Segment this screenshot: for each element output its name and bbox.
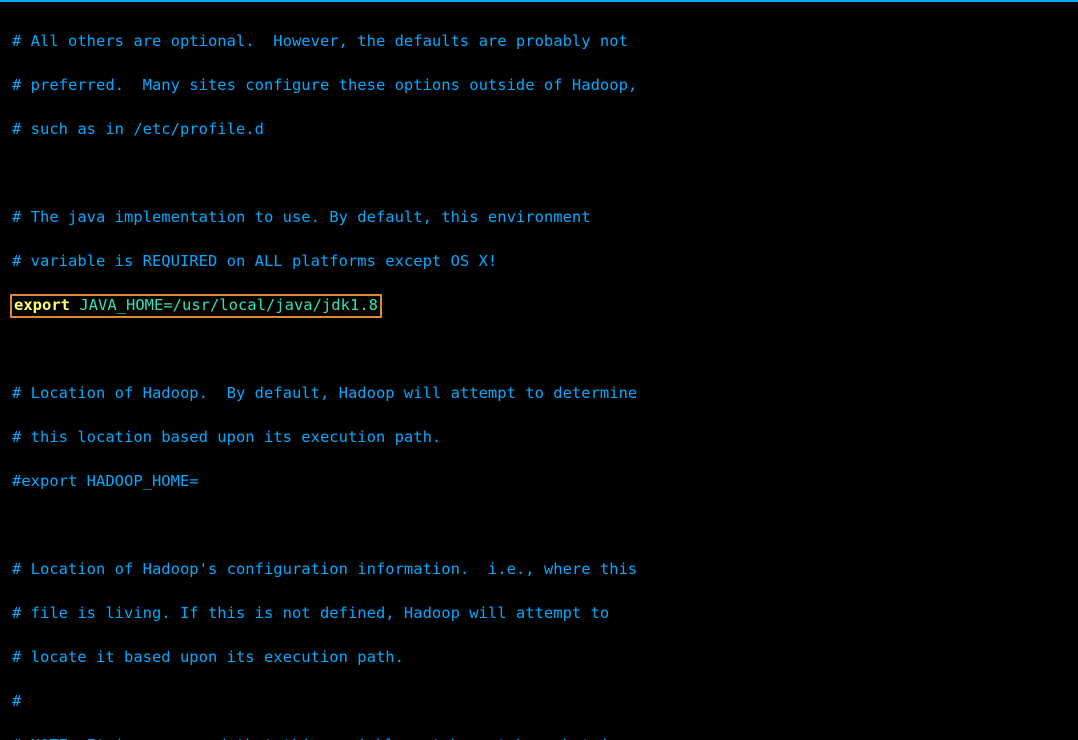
comment-line: #export HADOOP_HOME=: [12, 470, 1072, 492]
highlight-box-java-home: export JAVA_HOME=/usr/local/java/jdk1.8: [10, 294, 382, 318]
comment-line: # locate it based upon its execution pat…: [12, 646, 1072, 668]
blank-line: [12, 338, 1072, 360]
terminal-viewport[interactable]: # All others are optional. However, the …: [0, 0, 1078, 740]
comment-line: # The java implementation to use. By def…: [12, 206, 1072, 228]
blank-line: [12, 162, 1072, 184]
comment-line: # file is living. If this is not defined…: [12, 602, 1072, 624]
export-java-home-line: export JAVA_HOME=/usr/local/java/jdk1.8: [12, 294, 1072, 316]
comment-line: # such as in /etc/profile.d: [12, 118, 1072, 140]
blank-line: [12, 514, 1072, 536]
comment-line: # variable is REQUIRED on ALL platforms …: [12, 250, 1072, 272]
comment-line: # preferred. Many sites configure these …: [12, 74, 1072, 96]
comment-line: #: [12, 690, 1072, 712]
export-keyword: export: [14, 296, 70, 314]
comment-line: # All others are optional. However, the …: [12, 30, 1072, 52]
comment-line: # this location based upon its execution…: [12, 426, 1072, 448]
java-home-value: JAVA_HOME=/usr/local/java/jdk1.8: [70, 296, 378, 314]
comment-line: # NOTE: It is recommend that this variab…: [12, 734, 1072, 740]
comment-line: # Location of Hadoop. By default, Hadoop…: [12, 382, 1072, 404]
comment-line: # Location of Hadoop's configuration inf…: [12, 558, 1072, 580]
